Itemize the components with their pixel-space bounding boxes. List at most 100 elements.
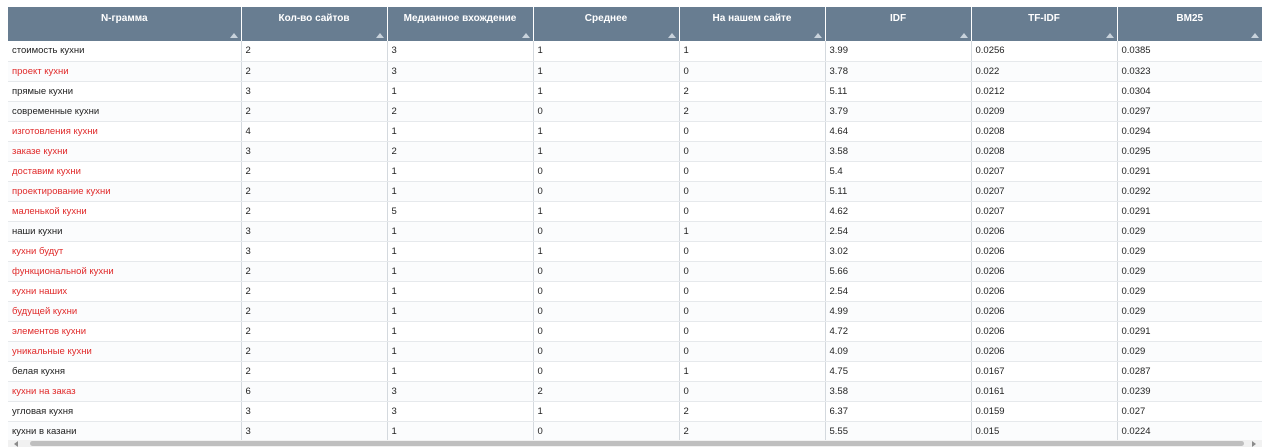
column-header-tfidf[interactable]: TF-IDF	[971, 7, 1118, 41]
column-header-median[interactable]: Медианное вхождение	[387, 7, 534, 41]
table-row: уникальные кухни 2 1 0 0 4.09 0.0206 0.029	[8, 341, 1262, 362]
cell-median: 1	[387, 281, 534, 302]
cell-ngram[interactable]: маленькой кухни	[8, 201, 242, 222]
cell-ours: 0	[679, 381, 826, 402]
cell-median: 3	[387, 41, 534, 62]
cell-sites: 2	[241, 301, 388, 322]
cell-tfidf: 0.0206	[971, 261, 1118, 282]
cell-mean: 1	[533, 81, 680, 102]
ngram-table-container: N-грамма Кол-во сайтов Медианное вхожден…	[8, 7, 1262, 447]
table-row: будущей кухни 2 1 0 0 4.99 0.0206 0.029	[8, 301, 1262, 322]
column-header-label: Кол-во сайтов	[278, 13, 350, 24]
scrollbar-thumb[interactable]	[30, 441, 1244, 446]
sort-arrow-icon[interactable]	[1251, 33, 1259, 38]
table-row: функциональной кухни 2 1 0 0 5.66 0.0206 0.029	[8, 261, 1262, 282]
cell-idf: 3.78	[825, 61, 972, 82]
cell-ngram[interactable]: проектирование кухни	[8, 181, 242, 202]
sort-arrow-icon[interactable]	[667, 33, 676, 38]
cell-bm25: 0.029	[1117, 221, 1262, 242]
scroll-right-arrow-icon[interactable]	[1252, 441, 1256, 447]
cell-ngram[interactable]: элементов кухни	[8, 321, 242, 342]
table-row: стоимость кухни 2 3 1 1 3.99 0.0256 0.0385	[8, 41, 1262, 62]
cell-sites: 2	[241, 181, 388, 202]
cell-ours: 0	[679, 321, 826, 342]
sort-arrow-icon[interactable]	[959, 33, 968, 38]
cell-ours: 0	[679, 301, 826, 322]
column-header-sites[interactable]: Кол-во сайтов	[241, 7, 388, 41]
cell-sites: 2	[241, 321, 388, 342]
column-header-bm25[interactable]: BM25	[1117, 7, 1262, 41]
cell-ours: 0	[679, 141, 826, 162]
cell-ngram[interactable]: кухни наших	[8, 281, 242, 302]
cell-idf: 3.58	[825, 141, 972, 162]
scroll-left-arrow-icon[interactable]	[14, 441, 18, 447]
column-header-label: Медианное вхождение	[403, 13, 517, 24]
cell-sites: 2	[241, 281, 388, 302]
cell-idf: 4.75	[825, 361, 972, 382]
column-header-mean[interactable]: Среднее	[533, 7, 680, 41]
cell-tfidf: 0.0207	[971, 201, 1118, 222]
cell-ngram[interactable]: изготовления кухни	[8, 121, 242, 142]
cell-ngram[interactable]: прямые кухни	[8, 81, 242, 102]
cell-ngram[interactable]: заказе кухни	[8, 141, 242, 162]
column-header-ours[interactable]: На нашем сайте	[679, 7, 826, 41]
cell-ours: 0	[679, 261, 826, 282]
cell-median: 2	[387, 101, 534, 122]
sort-arrow-icon[interactable]	[521, 33, 530, 38]
sort-arrow-icon[interactable]	[229, 33, 238, 38]
column-header-label: Среднее	[584, 13, 628, 24]
cell-tfidf: 0.0208	[971, 121, 1118, 142]
cell-tfidf: 0.0208	[971, 141, 1118, 162]
table-row: белая кухня 2 1 0 1 4.75 0.0167 0.0287	[8, 361, 1262, 382]
cell-sites: 2	[241, 341, 388, 362]
cell-idf: 5.11	[825, 81, 972, 102]
column-header-idf[interactable]: IDF	[825, 7, 972, 41]
cell-median: 3	[387, 61, 534, 82]
cell-median: 1	[387, 421, 534, 442]
cell-sites: 3	[241, 421, 388, 442]
cell-bm25: 0.0239	[1117, 381, 1262, 402]
cell-ngram[interactable]: уникальные кухни	[8, 341, 242, 362]
table-row: кухни в казани 3 1 0 2 5.55 0.015 0.0224	[8, 421, 1262, 442]
cell-ngram[interactable]: современные кухни	[8, 101, 242, 122]
cell-sites: 4	[241, 121, 388, 142]
cell-mean: 1	[533, 201, 680, 222]
cell-tfidf: 0.0207	[971, 181, 1118, 202]
cell-tfidf: 0.0159	[971, 401, 1118, 422]
sort-arrow-icon[interactable]	[375, 33, 384, 38]
cell-mean: 0	[533, 301, 680, 322]
cell-ngram[interactable]: доставим кухни	[8, 161, 242, 182]
sort-arrow-icon[interactable]	[813, 33, 822, 38]
column-header-label: N-грамма	[100, 13, 148, 24]
horizontal-scrollbar[interactable]	[8, 440, 1262, 447]
sort-arrow-icon[interactable]	[1105, 33, 1114, 38]
cell-ngram[interactable]: кухни в казани	[8, 421, 242, 442]
table-row: элементов кухни 2 1 0 0 4.72 0.0206 0.0291	[8, 321, 1262, 342]
cell-ngram[interactable]: кухни на заказ	[8, 381, 242, 402]
table-row: проектирование кухни 2 1 0 0 5.11 0.0207 0.0292	[8, 181, 1262, 202]
cell-sites: 2	[241, 61, 388, 82]
cell-ngram[interactable]: белая кухня	[8, 361, 242, 382]
cell-ngram[interactable]: наши кухни	[8, 221, 242, 242]
table-row: маленькой кухни 2 5 1 0 4.62 0.0207 0.0291	[8, 201, 1262, 222]
cell-ngram[interactable]: угловая кухня	[8, 401, 242, 422]
cell-idf: 4.09	[825, 341, 972, 362]
cell-ours: 0	[679, 61, 826, 82]
cell-ngram[interactable]: функциональной кухни	[8, 261, 242, 282]
cell-bm25: 0.0224	[1117, 421, 1262, 442]
cell-ngram[interactable]: кухни будут	[8, 241, 242, 262]
cell-ours: 2	[679, 81, 826, 102]
cell-ngram[interactable]: стоимость кухни	[8, 41, 242, 62]
cell-bm25: 0.0291	[1117, 201, 1262, 222]
table-row: заказе кухни 3 2 1 0 3.58 0.0208 0.0295	[8, 141, 1262, 162]
cell-ours: 1	[679, 361, 826, 382]
cell-sites: 2	[241, 361, 388, 382]
cell-mean: 0	[533, 181, 680, 202]
cell-idf: 3.58	[825, 381, 972, 402]
column-header-ngram[interactable]: N-грамма	[8, 7, 242, 41]
cell-ngram[interactable]: будущей кухни	[8, 301, 242, 322]
cell-bm25: 0.027	[1117, 401, 1262, 422]
cell-tfidf: 0.0167	[971, 361, 1118, 382]
cell-ngram[interactable]: проект кухни	[8, 61, 242, 82]
cell-median: 1	[387, 161, 534, 182]
